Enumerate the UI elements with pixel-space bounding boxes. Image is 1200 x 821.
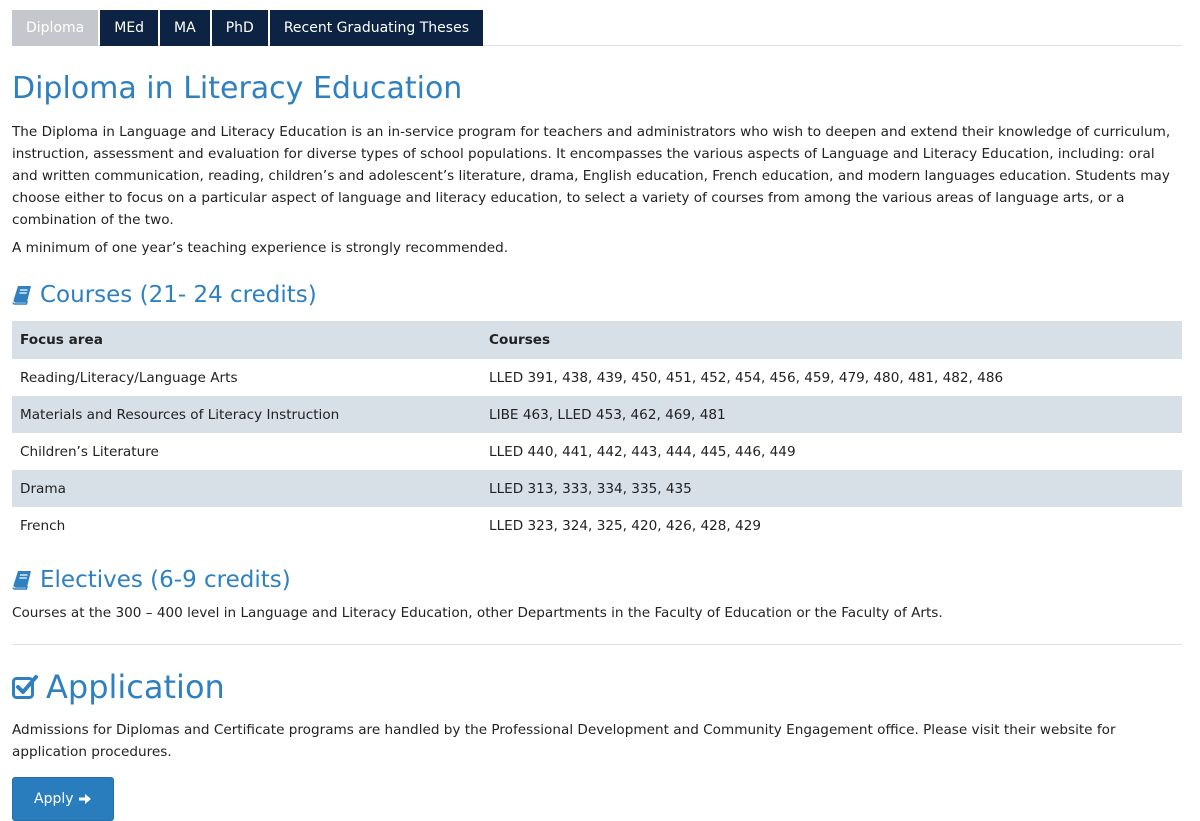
column-header-courses: Courses	[481, 321, 1182, 359]
table-row: Children’s Literature LLED 440, 441, 442…	[12, 433, 1182, 470]
table-row: Materials and Resources of Literacy Inst…	[12, 396, 1182, 433]
experience-note: A minimum of one year’s teaching experie…	[12, 240, 509, 256]
tab-ma[interactable]: MA	[160, 10, 210, 46]
book-icon	[12, 286, 31, 305]
column-header-focus-area: Focus area	[12, 321, 481, 359]
application-heading: Application	[12, 667, 1182, 707]
focus-area-cell: Drama	[12, 470, 481, 507]
courses-heading: Courses (21- 24 credits)	[12, 281, 1182, 309]
courses-cell: LLED 440, 441, 442, 443, 444, 445, 446, …	[489, 443, 796, 460]
tab-med[interactable]: MEd	[100, 10, 159, 46]
courses-cell: LLED 313, 333, 334, 335, 435	[481, 470, 1182, 507]
page-content: Diploma MEd MA PhD Recent Graduating The…	[12, 10, 1182, 821]
courses-cell: LIBE 463, LLED 453, 462, 469, 481	[481, 396, 1182, 433]
book-icon	[12, 571, 31, 590]
courses-cell: LLED 323, 324, 325, 420, 426, 428, 429	[489, 517, 762, 534]
courses-cell: LLED 391, 438, 439, 450, 451, 452, 454, …	[489, 369, 1004, 386]
courses-heading-text: Courses (21- 24 credits)	[40, 282, 317, 308]
table-row: Drama LLED 313, 333, 334, 335, 435	[12, 470, 1182, 507]
courses-table: Focus area Courses Reading/Literacy/Lang…	[12, 321, 1182, 544]
tab-recent-theses[interactable]: Recent Graduating Theses	[269, 10, 483, 46]
application-text: Admissions for Diplomas and Certificate …	[12, 722, 1116, 760]
intro-paragraph: The Diploma in Language and Literacy Edu…	[12, 124, 1171, 228]
focus-area-cell: Children’s Literature	[20, 443, 159, 460]
table-row: French LLED 323, 324, 325, 420, 426, 428…	[12, 507, 1182, 544]
program-tabs: Diploma MEd MA PhD Recent Graduating The…	[12, 10, 1182, 46]
electives-heading: Electives (6-9 credits)	[12, 566, 1182, 594]
focus-area-cell: Materials and Resources of Literacy Inst…	[12, 396, 481, 433]
electives-text: Courses at the 300 – 400 level in Langua…	[12, 605, 943, 621]
electives-heading-text: Electives (6-9 credits)	[40, 567, 291, 593]
application-heading-text: Application	[46, 668, 225, 706]
apply-button[interactable]: Apply	[12, 777, 114, 821]
focus-area-cell: Reading/Literacy/Language Arts	[20, 369, 238, 386]
tab-diploma[interactable]: Diploma	[12, 10, 99, 46]
table-header-row: Focus area Courses	[12, 321, 1182, 359]
section-divider	[12, 644, 1182, 645]
table-row: Reading/Literacy/Language Arts LLED 391,…	[12, 359, 1182, 396]
apply-button-label: Apply	[34, 791, 74, 807]
arrow-right-icon	[78, 794, 91, 804]
focus-area-cell: French	[20, 517, 66, 534]
page-title: Diploma in Literacy Education	[12, 71, 463, 106]
tab-phd[interactable]: PhD	[211, 10, 268, 46]
check-square-icon	[12, 675, 38, 699]
